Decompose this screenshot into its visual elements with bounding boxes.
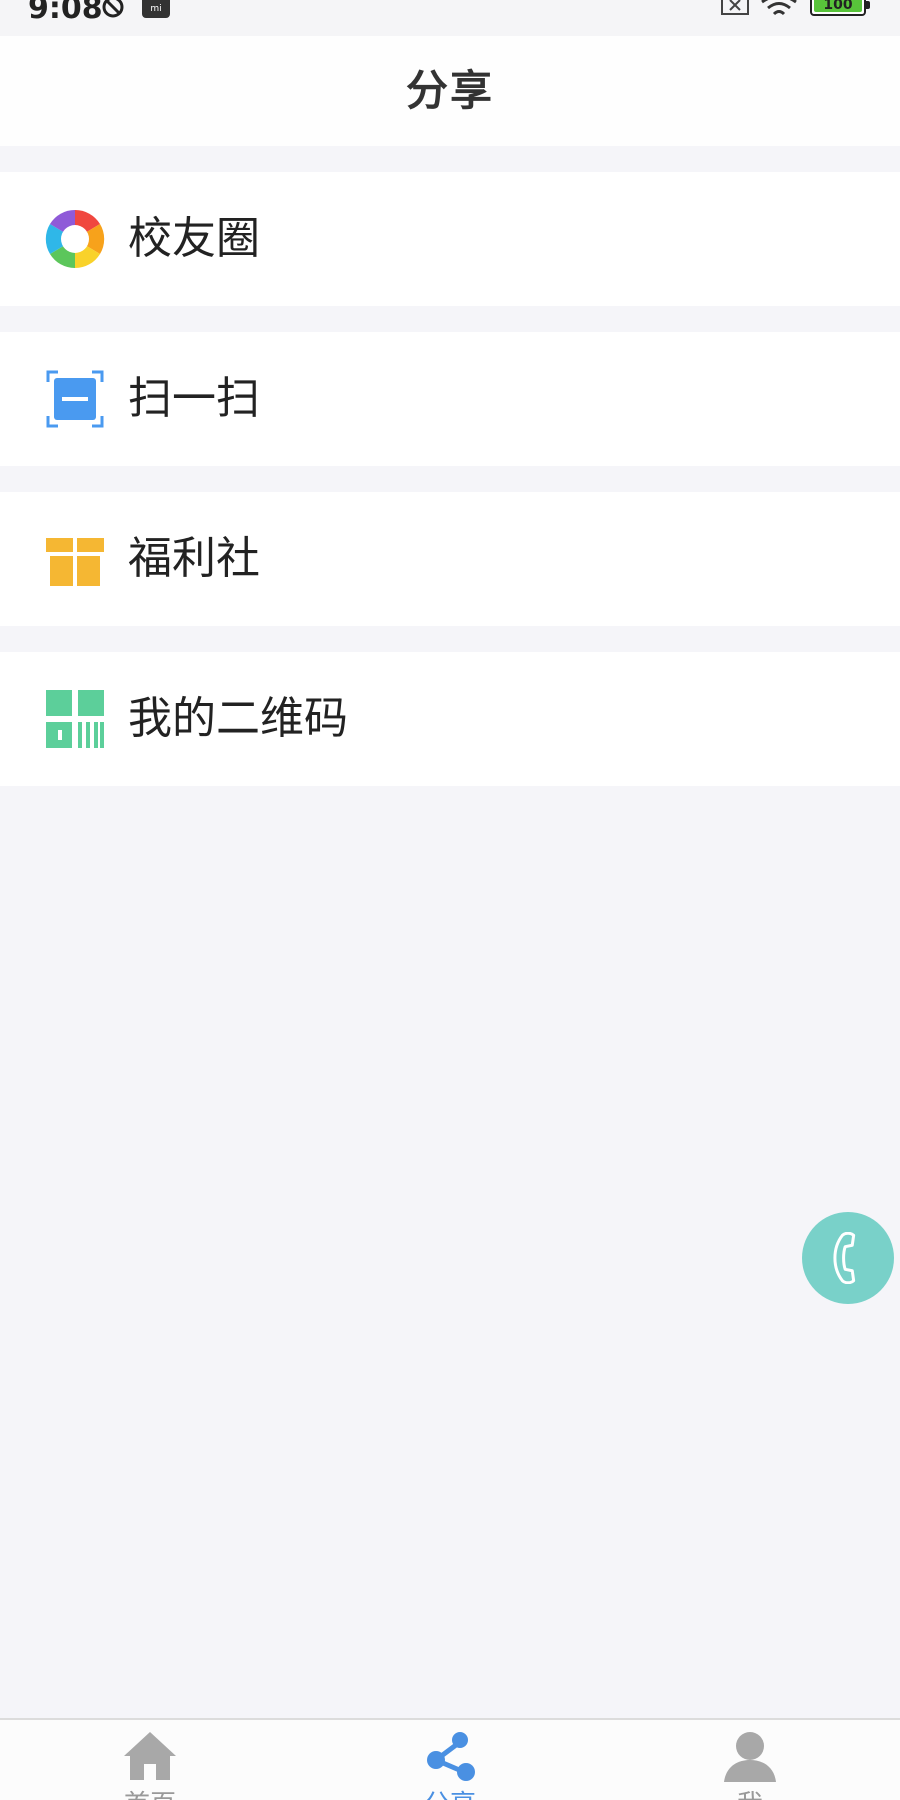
bottom-tab-bar: 首页 分享 我 [0, 1718, 900, 1800]
menu-item-label: 福利社 [128, 533, 260, 584]
tab-label: 分享 [300, 1790, 600, 1800]
tab-label: 首页 [0, 1790, 300, 1800]
qrcode-icon [46, 690, 104, 748]
menu-list: 校友圈 扫一扫 福利社 我的二维码 [0, 172, 900, 812]
menu-item-alumni-circle[interactable]: 校友圈 [0, 172, 900, 306]
page-title: 分享 [405, 66, 494, 115]
tab-home[interactable]: 首页 [0, 1720, 300, 1800]
share-icon [427, 1732, 475, 1781]
status-time: 9:08 [28, 0, 103, 26]
gift-icon [46, 538, 104, 586]
aperture-icon [45, 209, 105, 269]
wifi-icon [761, 0, 797, 16]
menu-item-my-qrcode[interactable]: 我的二维码 [0, 652, 900, 786]
mi-app-icon: mi [142, 0, 170, 18]
tab-share[interactable]: 分享 [300, 1720, 600, 1800]
screen: 9:08 mi 100 分享 校友圈 扫一扫 福利社 我的二维码 [0, 0, 900, 1800]
sim-off-icon [721, 0, 749, 15]
tab-me[interactable]: 我 [600, 1720, 900, 1800]
battery-indicator: 100 [810, 0, 870, 16]
tab-label: 我 [600, 1790, 900, 1800]
battery-tip [866, 1, 870, 9]
mi-badge-text: mi [150, 4, 162, 14]
scan-icon [46, 370, 104, 428]
header: 分享 [0, 36, 900, 146]
battery-level: 100 [823, 0, 853, 13]
menu-item-scan[interactable]: 扫一扫 [0, 332, 900, 466]
phone-icon [833, 1232, 856, 1284]
menu-item-label: 校友圈 [128, 213, 260, 264]
status-bar: 9:08 mi 100 [0, 0, 900, 36]
home-icon [124, 1732, 176, 1780]
phone-call-button[interactable] [802, 1212, 894, 1304]
menu-item-welfare[interactable]: 福利社 [0, 492, 900, 626]
do-not-disturb-icon [102, 0, 124, 18]
user-icon [724, 1732, 776, 1782]
menu-item-label: 扫一扫 [128, 373, 260, 424]
menu-item-label: 我的二维码 [128, 693, 348, 744]
